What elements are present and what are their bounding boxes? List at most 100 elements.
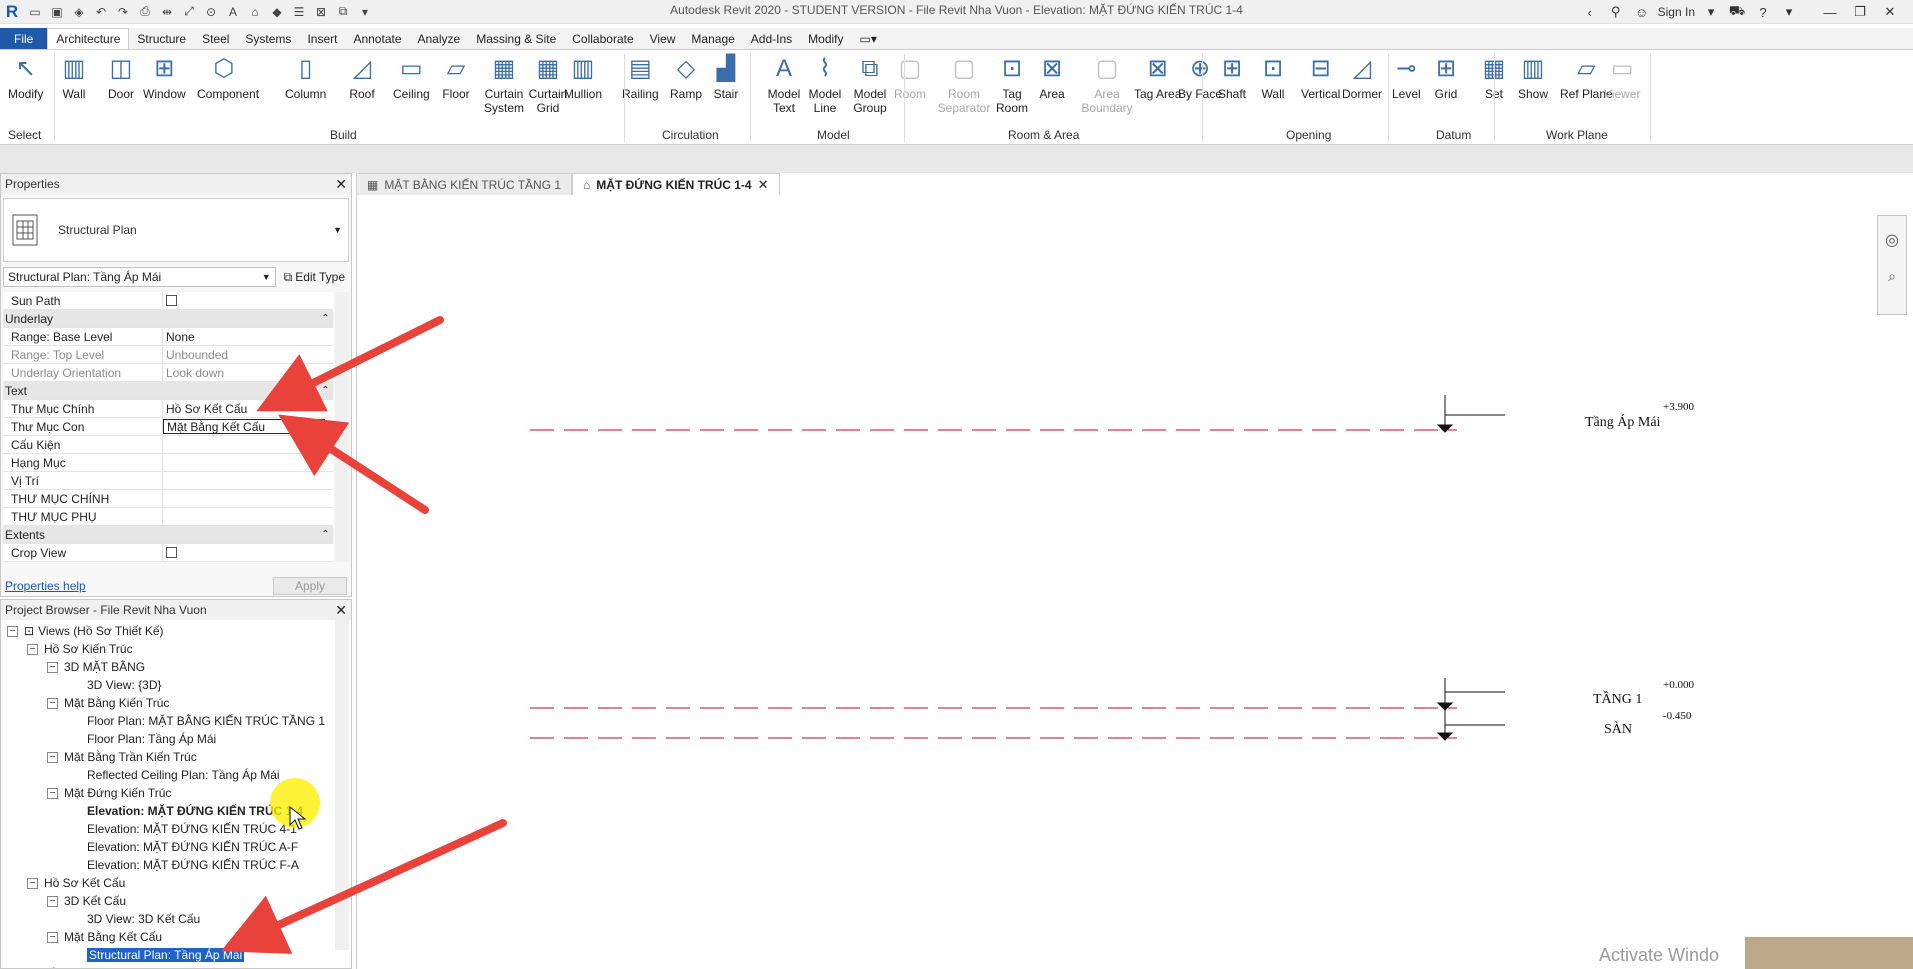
tree-folder[interactable]: −3D MẶT BẰNG (47, 658, 145, 676)
tree-folder[interactable]: − ⊡ Views (Hồ Sơ Thiết Kế) (7, 622, 164, 640)
collapse-toggle-icon[interactable]: − (47, 697, 58, 709)
wall-button[interactable]: ▥ Wall (60, 54, 88, 102)
model-group-button[interactable]: ⧉ Model Group (843, 54, 897, 116)
tab-collaborate[interactable]: Collaborate (564, 28, 641, 49)
help-dropdown-icon[interactable]: ▾ (1779, 2, 1799, 22)
property-value[interactable] (163, 472, 333, 489)
tree-folder[interactable]: − Mặt Bằng Kết Cấu (47, 928, 162, 946)
tree-view-item[interactable]: Floor Plan: MẶT BẰNG KIẾN TRÚC TẦNG 1 (87, 712, 325, 730)
steering-wheel-icon[interactable]: ◎ (1878, 230, 1906, 250)
area-button[interactable]: ⊠ Area (1038, 54, 1066, 102)
shaft-button[interactable]: ⊞ Shaft (1218, 54, 1246, 102)
chevron-down-icon[interactable]: ▾ (1701, 2, 1721, 22)
viewer-button[interactable]: ▭ Viewer (1604, 54, 1640, 102)
collapse-toggle-icon[interactable]: − (27, 643, 38, 655)
tree-view-item[interactable]: Elevation: MẶT ĐỨNG KIẾN TRÚC A-F (87, 838, 298, 856)
tab-architecture[interactable]: Architecture (47, 28, 130, 49)
level-elevation[interactable]: -0.450 (1663, 710, 1691, 722)
restore-button[interactable]: ❐ (1845, 1, 1875, 23)
ribbon-options-icon[interactable]: ▭▾ (852, 28, 885, 49)
property-group[interactable]: Text ⌃ (3, 382, 333, 400)
tab-structure[interactable]: Structure (129, 28, 194, 49)
property-row[interactable]: Thư Mục Chính Hồ Sơ Kết Cấu (3, 400, 333, 418)
level-name[interactable]: TẦNG 1 (1593, 692, 1642, 708)
collapse-toggle-icon[interactable]: − (47, 787, 58, 799)
collapse-toggle-icon[interactable]: − (47, 661, 58, 673)
cart-icon[interactable]: ⛟ (1727, 2, 1747, 22)
level-name[interactable]: Tầng Áp Mái (1585, 415, 1660, 431)
tree-folder[interactable]: −3D Kết Cấu (47, 892, 126, 910)
browser-scrollbar[interactable] (335, 620, 349, 950)
window-button[interactable]: ⊞ Window (143, 54, 186, 102)
level-elevation[interactable]: +0.000 (1663, 679, 1694, 691)
property-row[interactable]: Cấu Kiện (3, 436, 333, 454)
tag-icon[interactable]: ⊙ (201, 3, 221, 21)
property-value-input[interactable]: Mặt Bằng Kết Cấu (163, 419, 325, 434)
open-icon[interactable]: ▭ (25, 3, 45, 21)
property-row[interactable]: Underlay Orientation Look down (3, 364, 333, 382)
tab-massing-site[interactable]: Massing & Site (468, 28, 564, 49)
stair-button[interactable]: ▟ Stair (712, 54, 740, 102)
close-icon[interactable]: ✕ (758, 177, 769, 193)
tree-view-item[interactable]: 3D View: {3D} (87, 676, 162, 694)
collapse-toggle-icon[interactable]: − (47, 751, 58, 763)
property-value[interactable] (163, 544, 333, 561)
property-row[interactable]: THƯ MỤC CHÍNH (3, 490, 333, 508)
edit-type-button[interactable]: ⧉ Edit Type (280, 270, 349, 285)
tree-view-item[interactable]: Floor Plan: Tầng Áp Mái (87, 730, 216, 748)
tab-analyze[interactable]: Analyze (410, 28, 469, 49)
area-boundary-button[interactable]: ▢ Area Boundary (1080, 54, 1134, 116)
tree-folder[interactable]: −Hồ Sơ Điện Nước (27, 964, 140, 968)
property-row[interactable]: Range: Base Level None (3, 328, 333, 346)
properties-help-link[interactable]: Properties help (5, 579, 86, 593)
print-icon[interactable]: ⎙ (135, 3, 155, 21)
property-value[interactable] (163, 292, 333, 309)
ramp-button[interactable]: ◇ Ramp (670, 54, 702, 102)
tree-view-item[interactable]: Elevation: MẶT ĐỨNG KIẾN TRÚC F-A (87, 856, 299, 874)
thin-lines-icon[interactable]: ☰ (289, 3, 309, 21)
tab-steel[interactable]: Steel (194, 28, 237, 49)
drawing-canvas[interactable]: Tầng Áp Mái +3.900 TẦNG 1 +0.000 SÀN -0.… (356, 195, 1913, 969)
close-hidden-icon[interactable]: ⊠ (311, 3, 331, 21)
dormer-button[interactable]: ◿ Dormer (1342, 54, 1382, 102)
property-row[interactable]: Range: Top Level Unbounded (3, 346, 333, 364)
wall-button[interactable]: ⊡ Wall (1259, 54, 1287, 102)
tree-folder[interactable]: − Mặt Bằng Kiến Trúc (47, 694, 169, 712)
property-row[interactable]: Thư Mục Con Mặt Bằng Kết Cấu (3, 418, 333, 436)
vertical-button[interactable]: ⊟ Vertical (1301, 54, 1340, 102)
binoculars-icon[interactable]: ⚲ (1606, 2, 1626, 22)
tab-floor-plan[interactable]: ▦ MẶT BẰNG KIẾN TRÚC TẦNG 1 (356, 173, 573, 195)
navigation-bar[interactable]: ◎ ⌕ (1877, 215, 1907, 315)
room-separator-button[interactable]: ▢ Room Separator (937, 54, 991, 116)
column-button[interactable]: ▯ Column (285, 54, 326, 102)
property-row[interactable]: Vị Trí (3, 472, 333, 490)
switch-windows-icon[interactable]: ⧉ (333, 3, 353, 21)
instance-selector[interactable]: Structural Plan: Tầng Áp Mái ▼ (3, 267, 276, 287)
collapse-icon[interactable]: ⌃ (315, 382, 333, 399)
property-group[interactable]: Extents ⌃ (3, 526, 333, 544)
tab-add-ins[interactable]: Add-Ins (743, 28, 800, 49)
apply-button[interactable]: Apply (273, 577, 347, 595)
roof-button[interactable]: ◿ Roof (348, 54, 376, 102)
railing-button[interactable]: ▤ Railing (622, 54, 659, 102)
revit-logo-icon[interactable]: R (3, 2, 21, 21)
property-row[interactable]: Crop View (3, 544, 333, 562)
level-name[interactable]: SÀN (1604, 722, 1632, 738)
ceiling-button[interactable]: ▭ Ceiling (393, 54, 430, 102)
tab-annotate[interactable]: Annotate (345, 28, 409, 49)
collapse-toggle-icon[interactable]: − (47, 931, 58, 943)
tag-room-button[interactable]: ⊡ Tag Room (985, 54, 1039, 116)
3d-view-icon[interactable]: ⌂ (245, 3, 265, 21)
property-row[interactable]: Sun Path (3, 292, 333, 310)
floor-button[interactable]: ▱ Floor (442, 54, 470, 102)
grid-button[interactable]: ⊞ Grid (1432, 54, 1460, 102)
tab-manage[interactable]: Manage (683, 28, 742, 49)
close-icon[interactable]: ✕ (335, 602, 347, 619)
zoom-icon[interactable]: ⌕ (1878, 268, 1906, 285)
tree-view-item[interactable]: Reflected Ceiling Plan: Tầng Áp Mái (87, 766, 280, 784)
tab-modify[interactable]: Modify (800, 28, 851, 49)
redo-icon[interactable]: ↷ (113, 3, 133, 21)
tab-view[interactable]: View (642, 28, 684, 49)
property-value[interactable] (163, 436, 333, 453)
property-value[interactable] (163, 454, 333, 471)
